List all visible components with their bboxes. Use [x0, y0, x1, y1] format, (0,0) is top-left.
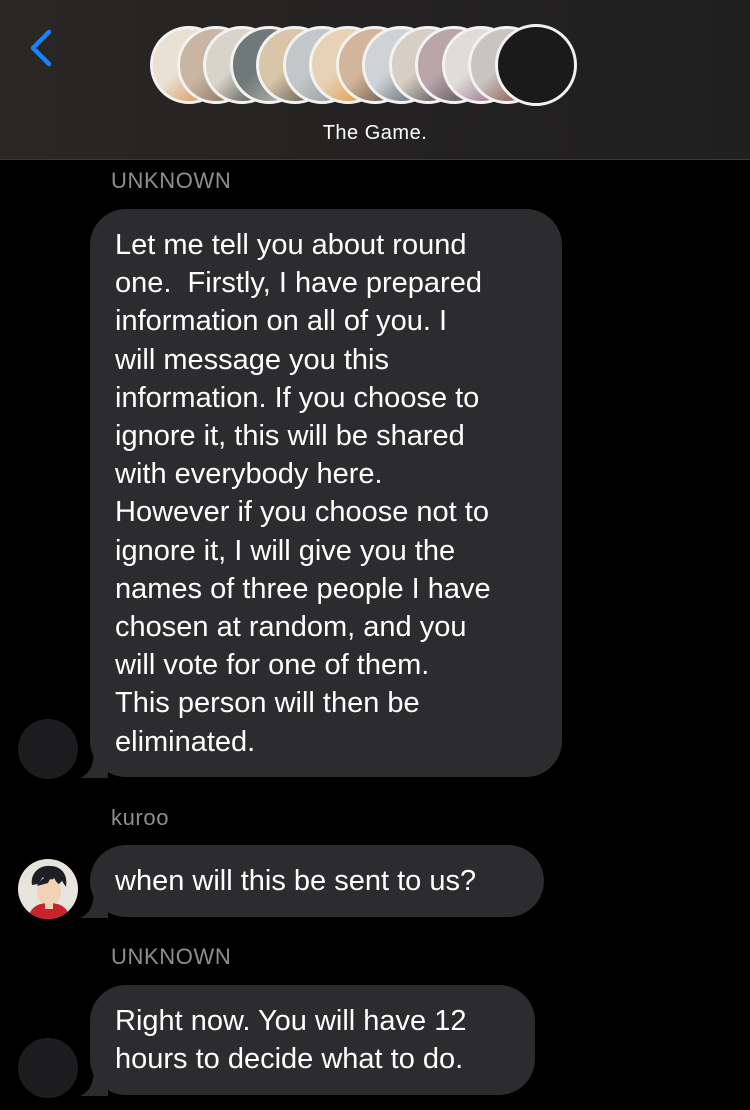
group-member-avatar: [495, 24, 577, 106]
message-line: ignore it, I will give you the: [115, 534, 456, 567]
message-line: However if you choose not to: [115, 496, 489, 529]
blank-avatar[interactable]: [18, 1038, 78, 1098]
message-line: names of three people I have: [115, 572, 491, 605]
group-avatar-stack[interactable]: [150, 24, 600, 110]
message-line: information. If you choose to: [115, 381, 480, 414]
message-line: chosen at random, and you: [115, 611, 467, 644]
message-line: hours to decide what to do.: [115, 1043, 464, 1076]
message-line: will message you this: [115, 343, 389, 376]
sender-label: UNKNOWN: [111, 944, 232, 969]
kuroo-avatar-icon: [18, 859, 78, 919]
message-bubble[interactable]: Right now. You will have 12 hours to dec…: [90, 985, 535, 1095]
message-bubble[interactable]: Let me tell you about round one. Firstly…: [90, 209, 562, 777]
message-line: when will this be sent to us?: [115, 865, 477, 897]
bubble-tail: [80, 1066, 108, 1096]
group-title[interactable]: The Game.: [0, 122, 750, 145]
message-bubble[interactable]: when will this be sent to us?: [90, 845, 544, 917]
chevron-left-icon[interactable]: [22, 26, 62, 70]
message-line: one. Firstly, I have prepared: [115, 267, 482, 300]
message-line: will vote for one of them.: [115, 649, 430, 682]
sender-label: kuroo: [111, 805, 170, 830]
message-line: information on all of you. I: [115, 305, 448, 338]
message-line: Right now. You will have 12: [115, 1005, 467, 1037]
message-line: with everybody here.: [115, 458, 383, 491]
message-line: ignore it, this will be shared: [115, 420, 465, 453]
message-line: eliminated.: [115, 725, 256, 758]
kuroo-avatar[interactable]: [18, 859, 78, 919]
bubble-tail: [80, 748, 108, 778]
chat-header: The Game.: [0, 0, 750, 160]
message-line: Let me tell you about round: [115, 229, 467, 261]
sender-label: UNKNOWN: [111, 168, 232, 193]
blank-avatar[interactable]: [18, 719, 78, 779]
message-line: This person will then be: [115, 687, 420, 720]
bubble-tail: [80, 888, 108, 918]
